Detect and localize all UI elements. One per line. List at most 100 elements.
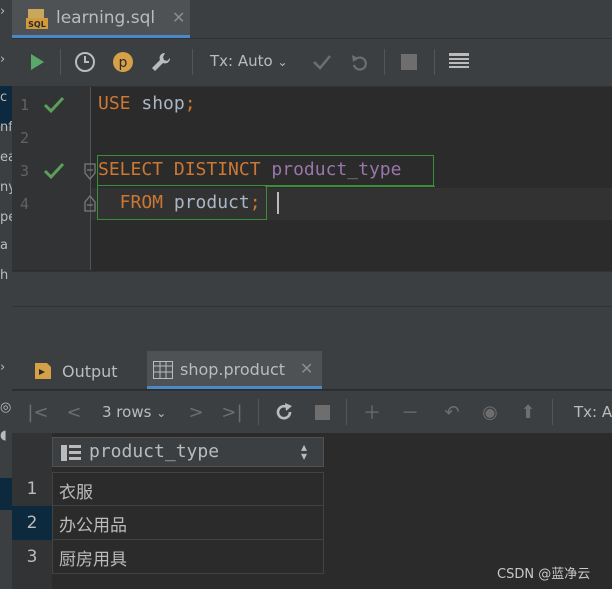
tab-output[interactable]: Output	[34, 359, 118, 383]
stop-button[interactable]	[308, 398, 336, 426]
svg-text:p: p	[119, 55, 128, 71]
strip-arrow[interactable]: ›	[0, 4, 12, 19]
toolbar-divider	[346, 399, 347, 425]
chevron-down-icon: ⌄	[277, 55, 288, 69]
editor-toolbar: p Tx: Auto ⌄	[12, 39, 612, 87]
tx-mode-label[interactable]: Tx: A	[574, 403, 612, 421]
rows-count-dropdown[interactable]: 3 rows ⌄	[102, 403, 166, 421]
results-toolbar: |< < 3 rows ⌄ > >| ＋ － ↶ ◉ ⬆ Tx: A	[12, 390, 612, 434]
strip-fragment[interactable]: pe	[0, 210, 12, 225]
submit-button[interactable]: ⬆	[514, 398, 542, 426]
minus-icon: －	[401, 403, 419, 424]
profile-button[interactable]: p	[108, 47, 138, 77]
strip-fragment[interactable]: ea	[0, 150, 12, 165]
fold-end-icon[interactable]	[83, 194, 97, 212]
last-page-icon: >|	[221, 401, 243, 423]
table-icon	[153, 361, 173, 379]
editor-tab-learning-sql[interactable]: SQL learning.sql ✕	[12, 0, 190, 38]
toolbar-divider	[192, 49, 193, 75]
fold-marker-icon[interactable]	[83, 163, 97, 181]
tx-mode-label: Tx: Auto	[210, 52, 273, 70]
row-number[interactable]: 1	[12, 472, 52, 506]
next-page-button[interactable]: >	[182, 398, 210, 426]
delete-row-button[interactable]: －	[396, 398, 424, 426]
wrench-icon	[152, 52, 171, 71]
play-icon	[31, 54, 44, 70]
run-button[interactable]	[22, 47, 52, 77]
strip-fragment[interactable]: a	[0, 238, 12, 253]
stop-icon	[314, 404, 330, 420]
cell-value: 办公用品	[59, 516, 127, 536]
strip-arrow[interactable]: ›	[0, 360, 12, 375]
last-page-button[interactable]: >|	[218, 398, 246, 426]
plus-icon: ＋	[363, 403, 381, 424]
strip-fragment[interactable]: nf	[0, 120, 12, 135]
first-page-icon: |<	[27, 401, 49, 423]
row-number[interactable]: 3	[12, 540, 52, 574]
tab-title: learning.sql	[56, 8, 156, 28]
cell-value: 衣服	[59, 483, 93, 503]
rows-count-label: 3 rows	[102, 403, 152, 421]
line-number: 4	[20, 195, 30, 213]
table-cell[interactable]: 办公用品	[52, 506, 324, 540]
rollback-button[interactable]	[345, 47, 375, 77]
selection-highlight	[0, 478, 12, 510]
table-icon	[449, 53, 469, 68]
reload-button[interactable]	[270, 398, 298, 426]
tab-shop-product-label: shop.product	[180, 360, 286, 379]
strip-fragment[interactable]: h	[0, 268, 12, 283]
stop-button[interactable]	[394, 47, 424, 77]
toolbar-divider	[258, 399, 259, 425]
results-tab-bar: Output shop.product ✕	[12, 351, 612, 389]
column-header-product-type[interactable]: product_type ▴ ▾	[52, 437, 324, 467]
commit-button[interactable]	[307, 47, 337, 77]
settings-button[interactable]	[146, 47, 176, 77]
toolbar-divider	[60, 49, 61, 75]
history-button[interactable]	[70, 47, 100, 77]
keyword-use: USE	[98, 93, 131, 114]
strip-fragment[interactable]: ny	[0, 180, 12, 195]
line-number: 1	[20, 96, 30, 114]
strip-icon[interactable]: ◎	[0, 400, 12, 415]
revert-button[interactable]: ↶	[438, 398, 466, 426]
column-header-label: product_type	[89, 441, 220, 462]
strip-arrow[interactable]: ›	[0, 52, 12, 67]
statement-outline	[265, 186, 435, 187]
line-number: 2	[20, 129, 30, 147]
preview-button[interactable]: ◉	[476, 398, 504, 426]
arrow-up-icon: ⬆	[520, 401, 536, 423]
stop-icon	[401, 54, 417, 70]
statement-outline	[97, 155, 434, 186]
close-icon[interactable]: ✕	[172, 8, 185, 27]
cell-value: 厨房用具	[59, 550, 127, 570]
semicolon: ;	[184, 93, 196, 114]
previous-page-button[interactable]: <	[60, 398, 88, 426]
divider	[12, 306, 612, 307]
table-cell[interactable]: 厨房用具	[52, 540, 324, 574]
identifier-shop: shop	[130, 93, 185, 114]
chevron-down-icon: ⌄	[156, 406, 167, 420]
table-cell[interactable]: 衣服	[52, 472, 324, 506]
close-icon[interactable]: ✕	[300, 359, 313, 378]
undo-icon	[352, 55, 367, 71]
svg-text:SQL: SQL	[28, 20, 46, 29]
clock-icon	[75, 52, 95, 72]
strip-fragment[interactable]: c	[0, 90, 12, 105]
first-page-button[interactable]: |<	[24, 398, 52, 426]
toolbar-divider	[434, 49, 435, 75]
toolbar-divider	[552, 399, 553, 425]
sort-icon[interactable]: ▴ ▾	[301, 441, 307, 462]
table-view-button[interactable]	[444, 47, 474, 77]
check-icon	[43, 162, 65, 180]
watermark: CSDN @蓝净云	[497, 567, 591, 582]
row-number[interactable]: 2	[12, 506, 52, 540]
chevron-left-icon: <	[66, 401, 82, 423]
line-number: 3	[20, 162, 30, 180]
add-row-button[interactable]: ＋	[358, 398, 386, 426]
statement-outline	[97, 186, 267, 220]
tab-shop-product[interactable]: shop.product ✕	[147, 351, 322, 389]
tx-mode-dropdown[interactable]: Tx: Auto ⌄	[210, 52, 288, 70]
strip-icon[interactable]: ◖	[0, 428, 12, 443]
chevron-right-icon: >	[188, 401, 204, 423]
output-icon	[35, 363, 51, 379]
